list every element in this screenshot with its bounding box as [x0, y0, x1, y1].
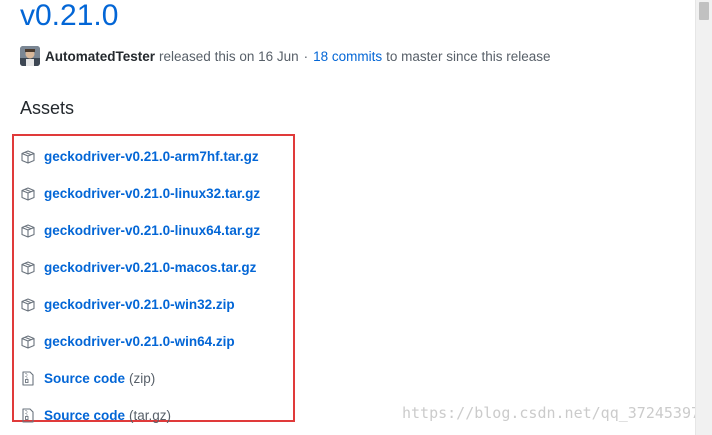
- asset-item[interactable]: geckodriver-v0.21.0-macos.tar.gz: [20, 249, 280, 286]
- scrollbar-thumb[interactable]: [699, 2, 709, 20]
- asset-link[interactable]: geckodriver-v0.21.0-linux64.tar.gz: [44, 223, 260, 238]
- asset-item[interactable]: Source code (zip): [20, 360, 280, 397]
- package-icon: [20, 334, 36, 350]
- source-code-zip-link[interactable]: Source code (zip): [44, 371, 155, 386]
- source-code-targz-link[interactable]: Source code (tar.gz): [44, 408, 171, 423]
- asset-item[interactable]: geckodriver-v0.21.0-arm7hf.tar.gz: [20, 138, 280, 175]
- released-text: released this on 16 Jun: [159, 48, 299, 64]
- commits-link[interactable]: 18 commits: [313, 49, 382, 64]
- asset-link[interactable]: geckodriver-v0.21.0-linux32.tar.gz: [44, 186, 260, 201]
- package-icon: [20, 223, 36, 239]
- file-zip-icon: [20, 371, 36, 387]
- asset-link[interactable]: geckodriver-v0.21.0-macos.tar.gz: [44, 260, 256, 275]
- asset-item[interactable]: geckodriver-v0.21.0-win32.zip: [20, 286, 280, 323]
- asset-item[interactable]: geckodriver-v0.21.0-win64.zip: [20, 323, 280, 360]
- assets-heading: Assets: [20, 98, 75, 118]
- avatar-image: [20, 46, 40, 66]
- asset-link-suffix: (zip): [129, 371, 156, 386]
- asset-link[interactable]: geckodriver-v0.21.0-win64.zip: [44, 334, 235, 349]
- asset-item[interactable]: geckodriver-v0.21.0-linux64.tar.gz: [20, 212, 280, 249]
- avatar[interactable]: [20, 46, 40, 66]
- asset-link-label: Source code: [44, 408, 126, 423]
- commits-tail-text: to master since this release: [386, 48, 551, 64]
- package-icon: [20, 260, 36, 276]
- asset-link[interactable]: geckodriver-v0.21.0-win32.zip: [44, 297, 235, 312]
- release-meta: AutomatedTester released this on 16 Jun …: [20, 46, 551, 66]
- package-icon: [20, 186, 36, 202]
- asset-link-suffix: (tar.gz): [129, 408, 172, 423]
- file-zip-icon: [20, 408, 36, 424]
- author-link[interactable]: AutomatedTester: [45, 49, 155, 64]
- release-title[interactable]: v0.21.0: [20, 0, 118, 34]
- release-page: v0.21.0 AutomatedTester released this on…: [0, 0, 712, 435]
- asset-item[interactable]: Source code (tar.gz): [20, 397, 280, 434]
- asset-list: geckodriver-v0.21.0-arm7hf.tar.gz geckod…: [20, 138, 280, 434]
- watermark-text: https://blog.csdn.net/qq_37245397: [401, 404, 700, 422]
- asset-item[interactable]: geckodriver-v0.21.0-linux32.tar.gz: [20, 175, 280, 212]
- asset-link-label: Source code: [44, 371, 126, 386]
- package-icon: [20, 149, 36, 165]
- asset-link[interactable]: geckodriver-v0.21.0-arm7hf.tar.gz: [44, 149, 259, 164]
- vertical-scrollbar[interactable]: [695, 0, 712, 435]
- package-icon: [20, 297, 36, 313]
- meta-separator: ·: [303, 48, 309, 64]
